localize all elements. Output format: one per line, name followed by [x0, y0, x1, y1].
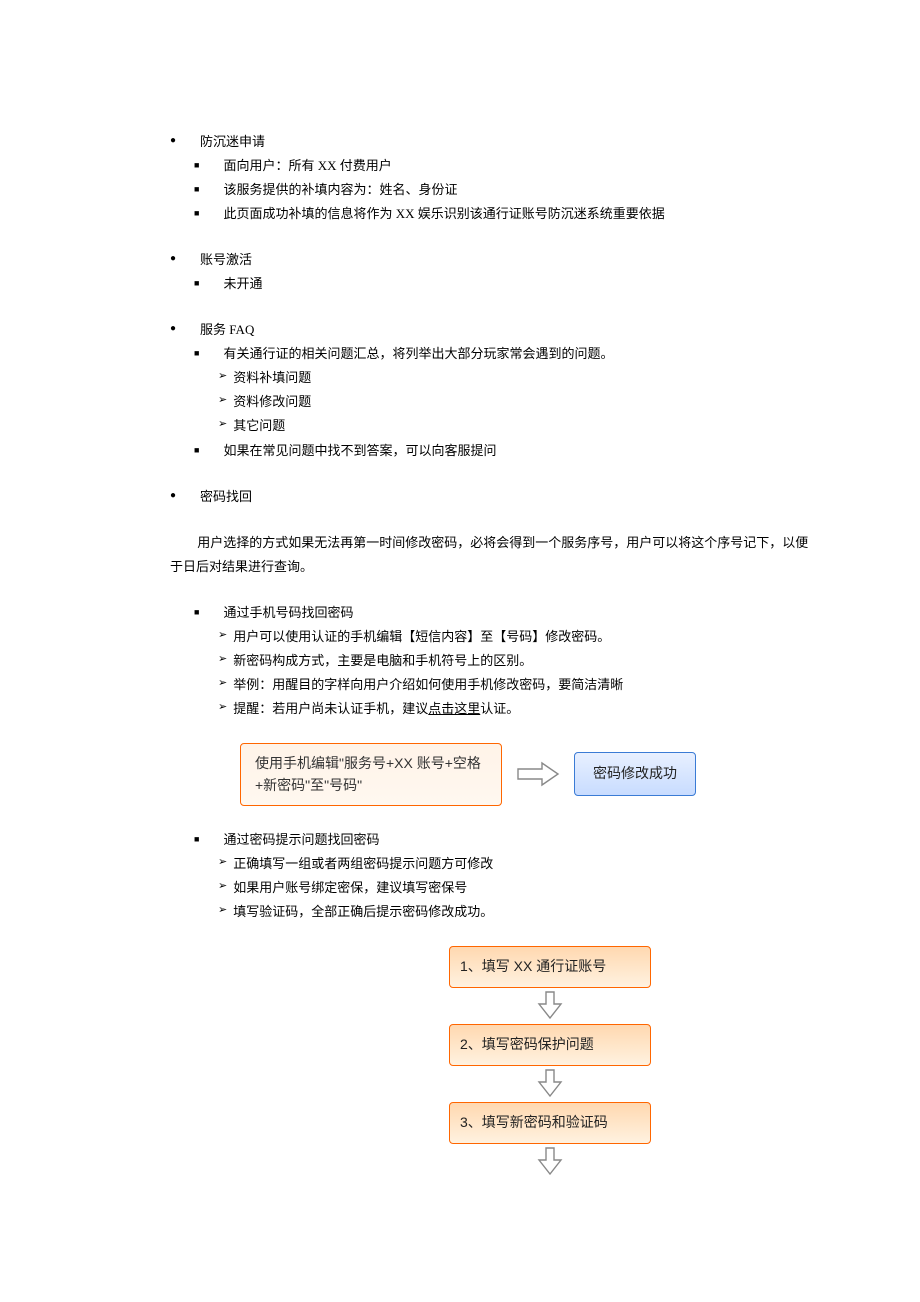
flow-step-2: 2、填写密码保护问题 [449, 1024, 651, 1066]
square-icon: ■ [194, 601, 199, 624]
square-icon: ■ [194, 202, 199, 225]
flow-step-1: 1、填写 XX 通行证账号 [449, 946, 651, 988]
method-title: 通过密码提示问题找回密码 [223, 828, 379, 852]
tip-prefix: 提醒：若用户尚未认证手机，建议 [233, 701, 428, 716]
arrow-down-icon [537, 990, 563, 1020]
arrow-right-icon [516, 761, 560, 787]
sub-item: 举例：用醒目的字样向用户介绍如何使用手机修改密码，要简洁清晰 [233, 673, 623, 697]
section-anti-addiction: ● 防沉迷申请 ■ 面向用户：所有 XX 付费用户 ■ 该服务提供的补填内容为：姓名、… [170, 130, 810, 226]
sub-item: 填写验证码，全部正确后提示密码修改成功。 [233, 900, 493, 924]
flow-box-success: 密码修改成功 [574, 752, 696, 796]
triangle-icon: ➢ [218, 697, 227, 717]
flow-step-3: 3、填写新密码和验证码 [449, 1102, 651, 1144]
sub-item: 资料补填问题 [233, 366, 311, 390]
bullet-icon: ● [170, 318, 176, 340]
list-item: 面向用户：所有 XX 付费用户 [223, 154, 391, 178]
triangle-icon: ➢ [218, 673, 227, 693]
square-icon: ■ [194, 828, 199, 851]
square-icon: ■ [194, 439, 199, 462]
list-item: 该服务提供的补填内容为：姓名、身份证 [223, 178, 457, 202]
document-page: ● 防沉迷申请 ■ 面向用户：所有 XX 付费用户 ■ 该服务提供的补填内容为：姓名、… [0, 0, 920, 1240]
method-title: 通过手机号码找回密码 [223, 601, 353, 625]
flow-horizontal: 使用手机编辑"服务号+XX 账号+空格+新密码"至"号码" 密码修改成功 [240, 743, 810, 806]
sub-item: 资料修改问题 [233, 390, 311, 414]
section-title: 服务 FAQ [200, 318, 254, 342]
method-question: ■ 通过密码提示问题找回密码 ➢ 正确填写一组或者两组密码提示问题方可修改 ➢ 如果用… [170, 828, 810, 924]
flow-vertical: 1、填写 XX 通行证账号 2、填写密码保护问题 3、填写新密码和验证码 [290, 946, 810, 1180]
arrow-down-icon [537, 1068, 563, 1098]
bullet-icon: ● [170, 248, 176, 270]
flow-box-instruction: 使用手机编辑"服务号+XX 账号+空格+新密码"至"号码" [240, 743, 502, 806]
sub-item: 正确填写一组或者两组密码提示问题方可修改 [233, 852, 493, 876]
list-item: 如果在常见问题中找不到答案，可以向客服提问 [223, 439, 496, 463]
triangle-icon: ➢ [218, 900, 227, 920]
section-account-activation: ● 账号激活 ■ 未开通 [170, 248, 810, 296]
triangle-icon: ➢ [218, 366, 227, 386]
method-phone: ■ 通过手机号码找回密码 ➢ 用户可以使用认证的手机编辑【短信内容】至【号码】修改密… [170, 601, 810, 721]
section-faq: ●服务 FAQ ■有关通行证的相关问题汇总，将列举出大部分玩家常会遇到的问题。 … [170, 318, 810, 462]
tip-text: 提醒：若用户尚未认证手机，建议点击这里认证。 [233, 697, 519, 721]
section-title: 账号激活 [200, 248, 252, 272]
triangle-icon: ➢ [218, 649, 227, 669]
triangle-icon: ➢ [218, 852, 227, 872]
bullet-icon: ● [170, 485, 176, 507]
bullet-icon: ● [170, 130, 176, 152]
tip-suffix: 认证。 [480, 701, 519, 716]
square-icon: ■ [194, 272, 199, 295]
paragraph: 用户选择的方式如果无法再第一时间修改密码，必将会得到一个服务序号，用户可以将这个… [170, 531, 810, 579]
sub-item: 如果用户账号绑定密保，建议填写密保号 [233, 876, 467, 900]
triangle-icon: ➢ [218, 625, 227, 645]
arrow-down-icon [537, 1146, 563, 1176]
triangle-icon: ➢ [218, 414, 227, 434]
triangle-icon: ➢ [218, 390, 227, 410]
sub-item: 新密码构成方式，主要是电脑和手机符号上的区别。 [233, 649, 532, 673]
list-item: 未开通 [223, 272, 262, 296]
list-item: 此页面成功补填的信息将作为 XX 娱乐识别该通行证账号防沉迷系统重要依据 [223, 202, 664, 226]
square-icon: ■ [194, 178, 199, 201]
triangle-icon: ➢ [218, 876, 227, 896]
sub-item: 其它问题 [233, 414, 285, 438]
tip-link[interactable]: 点击这里 [428, 701, 480, 716]
square-icon: ■ [194, 342, 199, 365]
section-title: 密码找回 [200, 485, 252, 509]
square-icon: ■ [194, 154, 199, 177]
section-title: 防沉迷申请 [200, 130, 265, 154]
section-password-recovery: ● 密码找回 [170, 485, 810, 509]
sub-item: 用户可以使用认证的手机编辑【短信内容】至【号码】修改密码。 [233, 625, 610, 649]
list-item: 有关通行证的相关问题汇总，将列举出大部分玩家常会遇到的问题。 [223, 342, 613, 366]
